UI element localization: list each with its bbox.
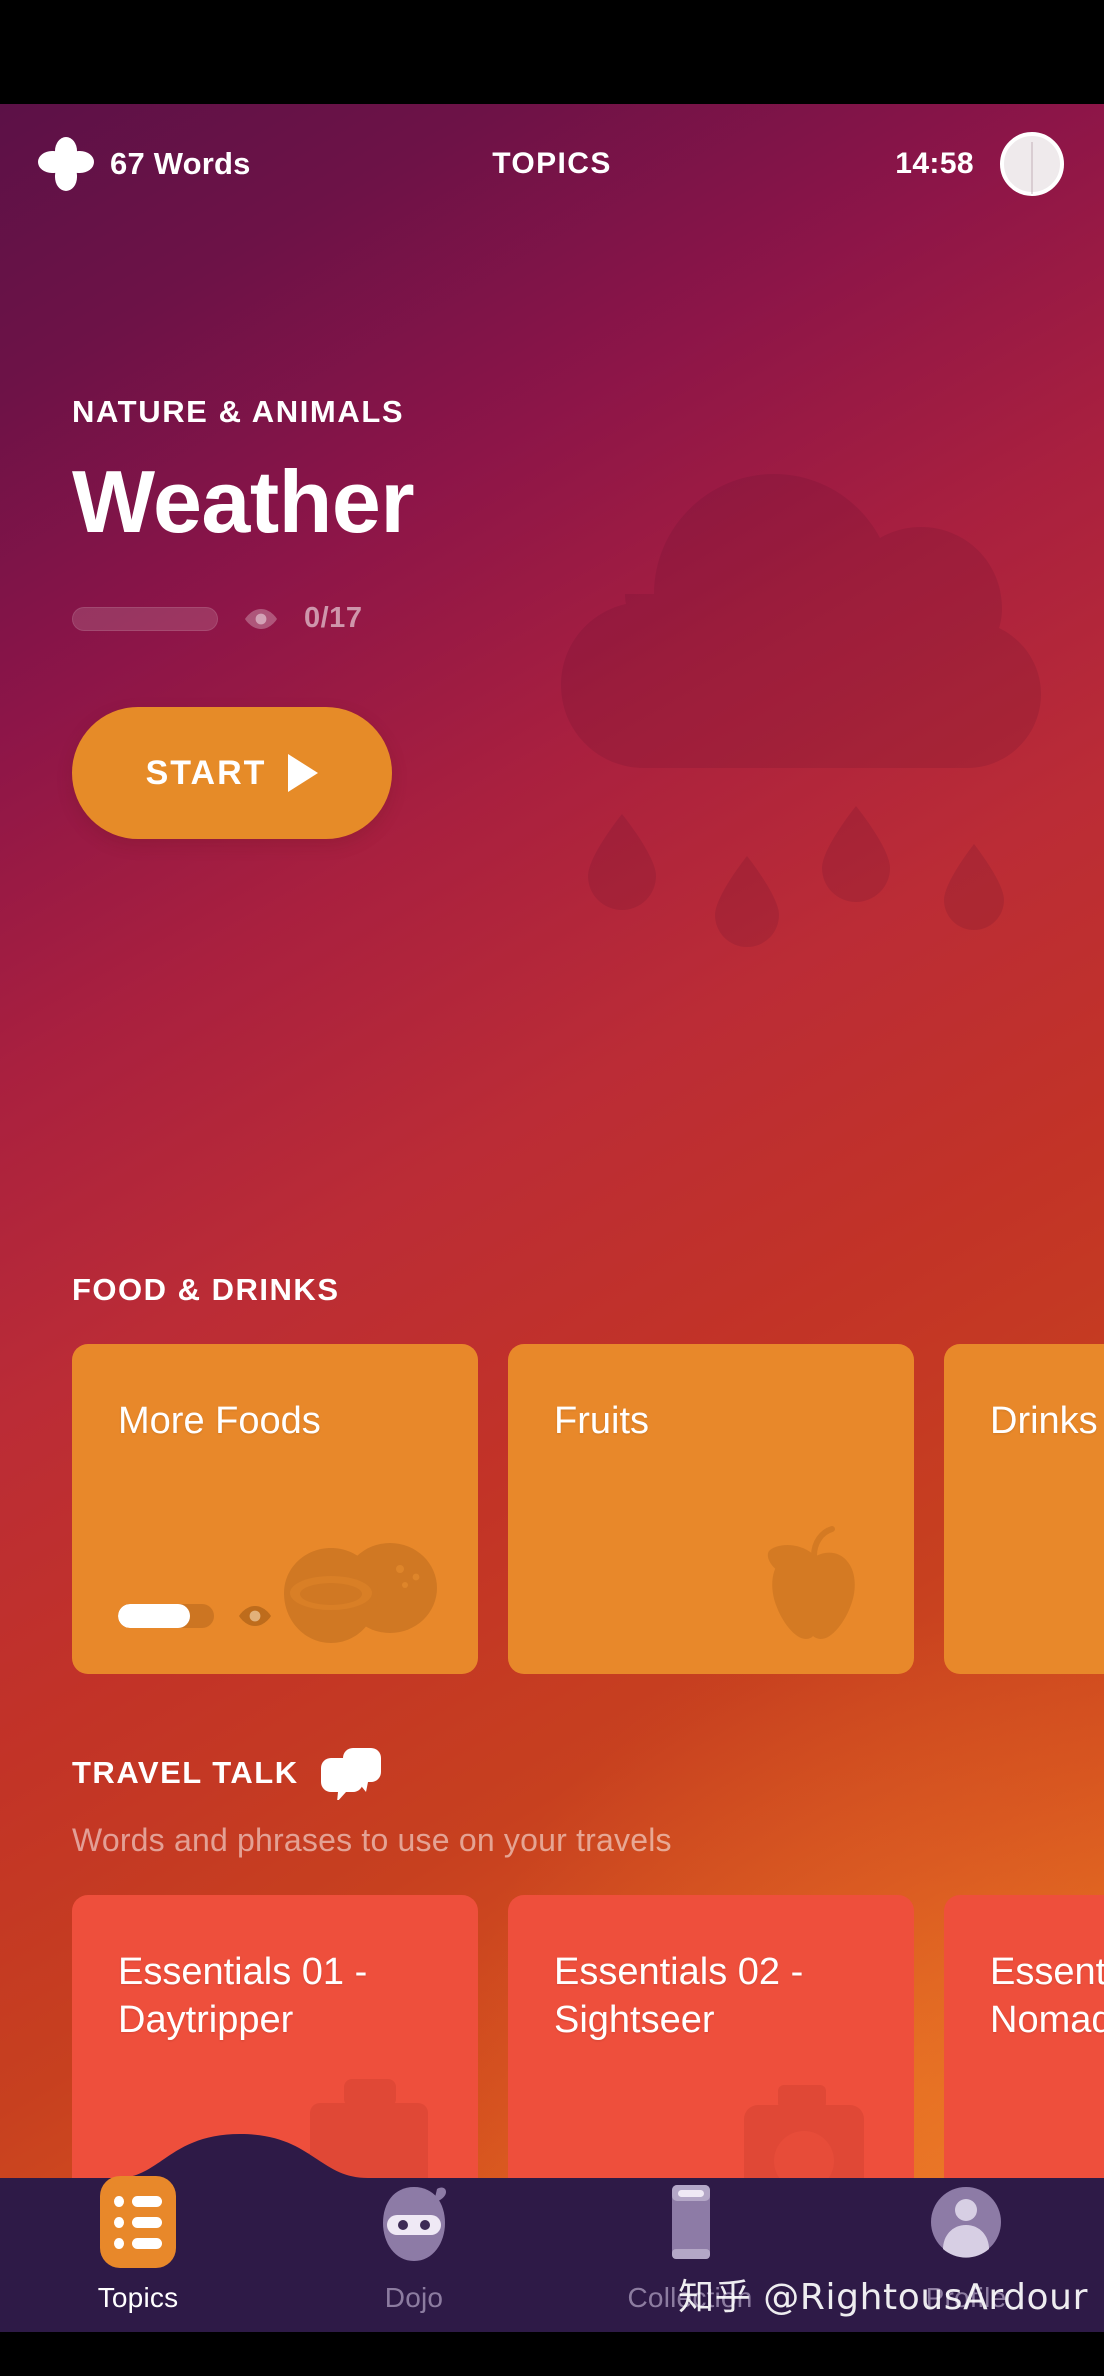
topic-card-more-foods[interactable]: More Foods — [72, 1344, 478, 1674]
nav-item-dojo[interactable]: Dojo — [276, 2176, 552, 2314]
speech-bubbles-icon — [320, 1748, 381, 1800]
topic-card-drinks[interactable]: Drinks — [944, 1344, 1104, 1674]
topic-card-fruits[interactable]: Fruits — [508, 1344, 914, 1674]
section-subtitle: Words and phrases to use on your travels — [72, 1822, 672, 1858]
person-icon — [927, 2176, 1005, 2268]
card-rail-food[interactable]: More Foods Fruits Drinks — [0, 1344, 1104, 1674]
avatar[interactable] — [1000, 132, 1064, 196]
hero-progress-count: 0/17 — [304, 602, 363, 634]
nav-label: Profile — [925, 2282, 1007, 2313]
coconut-icon — [284, 1543, 437, 1643]
card-title: Drinks — [990, 1400, 1098, 1442]
nav-item-profile[interactable]: Profile — [828, 2176, 1104, 2314]
nav-item-topics[interactable]: Topics — [0, 2176, 276, 2314]
section-heading-label: FOOD & DRINKS — [72, 1272, 340, 1307]
app-header: 67 Words 14:58 — [0, 104, 1104, 224]
section-heading: TRAVEL TALK — [0, 1746, 1104, 1800]
card-title: Essentials 02 - Sightseer — [554, 1951, 804, 2041]
bottom-navigation: Topics Dojo Collection Profile — [0, 2132, 1104, 2332]
nav-label: Topics — [97, 2282, 179, 2313]
status-bar — [0, 0, 1104, 104]
card-progress-bar — [118, 1604, 214, 1628]
list-tile-icon — [99, 2176, 177, 2268]
words-count-label: 67 Words — [110, 146, 251, 181]
apple-icon — [767, 1526, 855, 1639]
start-button-label: START — [145, 753, 267, 792]
rain-cloud-icon — [561, 474, 1041, 947]
card-progress-row — [118, 1604, 272, 1628]
hero-progress-row: 0/17 — [72, 602, 414, 635]
hero-topic-card[interactable]: NATURE & ANIMALS Weather 0/17 START — [0, 224, 1104, 1264]
start-button[interactable]: START — [72, 707, 392, 839]
hero-category-label: NATURE & ANIMALS — [72, 394, 405, 429]
book-icon — [651, 2176, 729, 2268]
hero-content: NATURE & ANIMALS Weather 0/17 START — [72, 394, 415, 839]
header-right-group: 14:58 — [895, 132, 1064, 196]
four-petal-flower-icon — [38, 137, 94, 191]
brand-block: 67 Words — [38, 137, 251, 191]
nav-label: Collection — [627, 2282, 753, 2313]
section-food-drinks: FOOD & DRINKS More Foods Fruits Drinks — [0, 1272, 1104, 1674]
ninja-face-icon — [375, 2176, 453, 2268]
eye-icon — [238, 1605, 272, 1627]
eye-icon — [244, 608, 278, 630]
card-title: More Foods — [118, 1400, 321, 1442]
card-title: Essentials 01 - Daytripper — [118, 1951, 368, 2041]
hero-progress-bar — [72, 606, 218, 631]
hero-title: Weather — [72, 452, 415, 551]
section-heading-label: TRAVEL TALK — [72, 1755, 299, 1790]
clock-label: 14:58 — [895, 147, 974, 180]
play-icon — [288, 754, 319, 792]
nav-label: Dojo — [384, 2282, 444, 2313]
scroll-surface[interactable]: 67 Words 14:58 TOPICS NATURE & ANIMALS W… — [0, 104, 1104, 2332]
section-heading: FOOD & DRINKS — [0, 1272, 1104, 1308]
bottom-black-bar — [0, 2332, 1104, 2376]
nav-items: Topics Dojo Collection Profile — [0, 2176, 1104, 2332]
card-title: Fruits — [554, 1400, 649, 1442]
card-title: Essentials 03 - Nomad — [990, 1951, 1104, 2041]
app-screen: 67 Words 14:58 TOPICS NATURE & ANIMALS W… — [0, 0, 1104, 2376]
nav-item-collection[interactable]: Collection — [552, 2176, 828, 2314]
